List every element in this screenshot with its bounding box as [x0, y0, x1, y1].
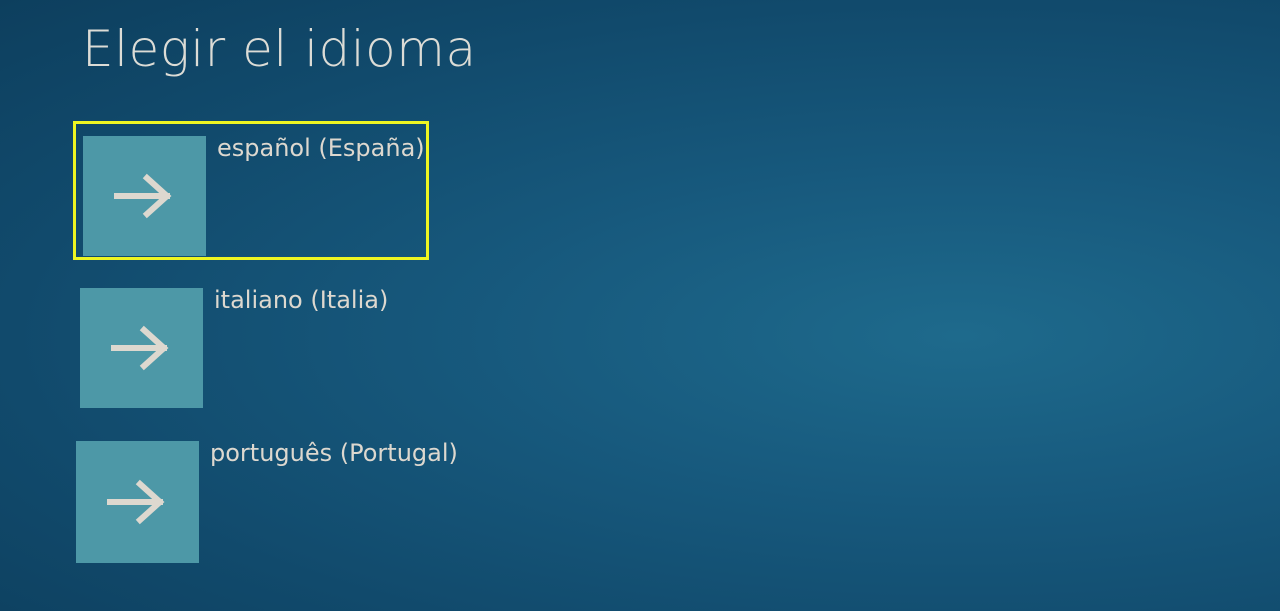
language-label: italiano (Italia): [214, 286, 389, 314]
language-tile[interactable]: [76, 441, 199, 563]
language-label: español (España): [217, 134, 425, 162]
language-label: português (Portugal): [210, 439, 458, 467]
arrow-right-icon: [106, 479, 164, 525]
language-tile[interactable]: [80, 288, 203, 408]
page-title: Elegir el idioma: [82, 20, 477, 78]
language-tile[interactable]: [83, 136, 206, 256]
arrow-right-icon: [110, 325, 168, 371]
arrow-right-icon: [113, 173, 171, 219]
